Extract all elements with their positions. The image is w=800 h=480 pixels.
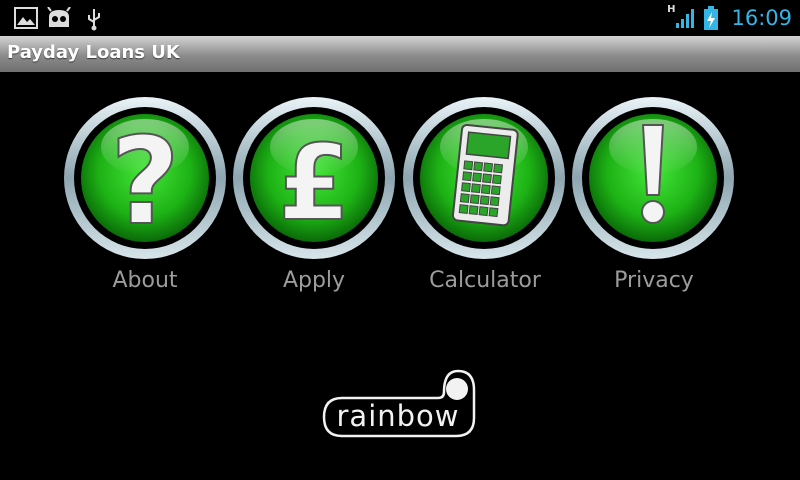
clock: 16:09	[731, 6, 792, 30]
calculator-label[interactable]: Calculator	[400, 268, 570, 293]
action-bar: Payday Loans UK	[0, 36, 800, 72]
android-icon	[47, 7, 71, 27]
about-label[interactable]: About	[60, 268, 230, 293]
status-bar: H 16:09	[0, 0, 800, 36]
rainbow-logo: rainbow	[322, 369, 476, 438]
about-button[interactable]: ?	[62, 95, 228, 261]
usb-icon	[88, 9, 100, 31]
svg-text:?: ?	[110, 113, 180, 252]
question-mark-icon: ?	[109, 112, 181, 253]
calculator-icon	[451, 123, 519, 227]
app-title: Payday Loans UK	[7, 42, 180, 63]
network-type-indicator: H	[667, 3, 676, 15]
calculator-button[interactable]	[401, 95, 567, 261]
exclamation-mark-icon	[641, 124, 665, 224]
svg-text:£: £	[278, 122, 350, 244]
apply-label[interactable]: Apply	[229, 268, 399, 293]
battery-icon	[704, 6, 719, 30]
privacy-button[interactable]	[570, 95, 736, 261]
gallery-icon	[14, 7, 38, 29]
logo-text: rainbow	[337, 399, 460, 433]
pound-sign-icon: £	[277, 121, 351, 245]
privacy-label[interactable]: Privacy	[569, 268, 739, 293]
signal-icon	[676, 9, 695, 28]
apply-button[interactable]: £	[231, 95, 397, 261]
